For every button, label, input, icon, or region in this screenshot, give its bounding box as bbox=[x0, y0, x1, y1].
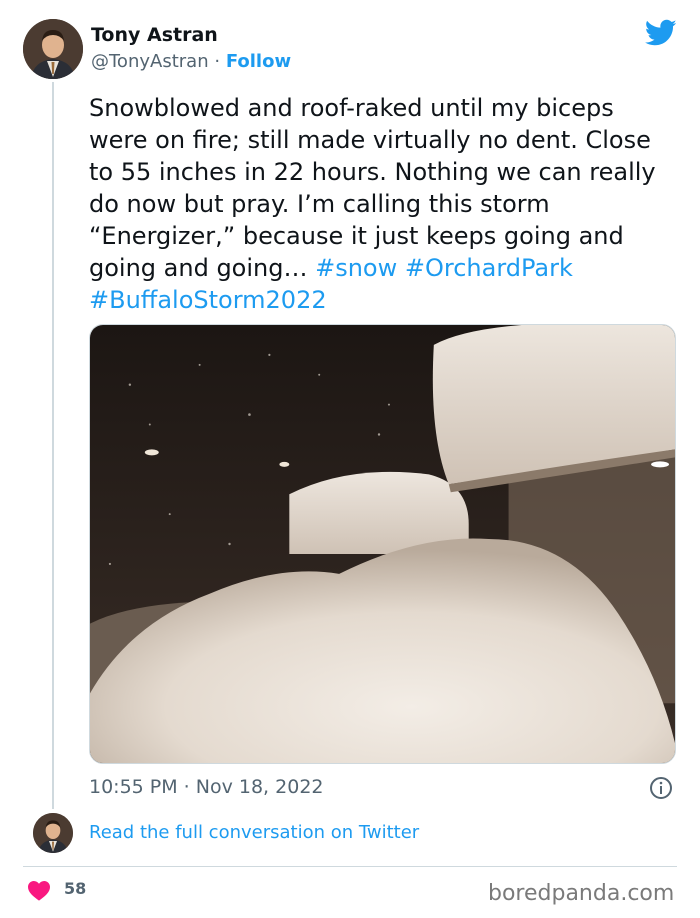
like-count: 58 bbox=[64, 879, 87, 898]
twitter-bird-icon[interactable] bbox=[645, 19, 677, 47]
heart-icon[interactable] bbox=[27, 879, 51, 901]
info-icon[interactable] bbox=[649, 776, 673, 800]
follow-button[interactable]: Follow bbox=[226, 51, 291, 72]
divider bbox=[23, 866, 677, 867]
hashtag-orchardpark[interactable]: #OrchardPark bbox=[405, 254, 573, 282]
author-handle[interactable]: @TonyAstran bbox=[91, 51, 209, 72]
tweet-timestamp[interactable]: 10:55 PM · Nov 18, 2022 bbox=[89, 776, 324, 798]
reply-avatar[interactable] bbox=[33, 813, 73, 853]
tweet-photo[interactable] bbox=[89, 324, 676, 764]
hashtag-snow[interactable]: #snow bbox=[315, 254, 397, 282]
hashtag-buffalostorm2022[interactable]: #BuffaloStorm2022 bbox=[89, 286, 327, 314]
thread-line bbox=[52, 82, 54, 809]
separator-dot: · bbox=[214, 51, 221, 72]
author-avatar[interactable] bbox=[23, 19, 83, 79]
watermark: boredpanda.com bbox=[488, 881, 675, 906]
read-conversation-link[interactable]: Read the full conversation on Twitter bbox=[89, 822, 419, 843]
author-name[interactable]: Tony Astran bbox=[91, 24, 218, 46]
author-handle-row: @TonyAstran · Follow bbox=[91, 51, 291, 72]
tweet-text: Snowblowed and roof-raked until my bicep… bbox=[89, 92, 674, 316]
